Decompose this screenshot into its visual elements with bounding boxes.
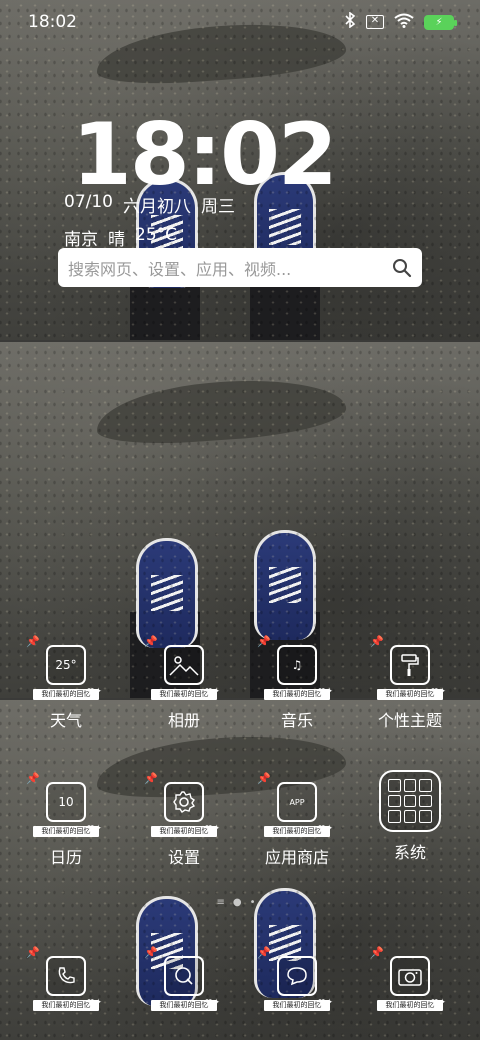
app-music[interactable]: 📌 ♫ 我们最初的回忆 ❤✦ 音乐: [247, 635, 347, 731]
pin-icon: 📌: [257, 772, 271, 785]
app-themes[interactable]: 📌 我们最初的回忆 ❤✦ 个性主题: [360, 635, 460, 731]
hearts-icon: ❤✦: [430, 998, 446, 1008]
app-weather[interactable]: 📌 25° 我们最初的回忆 ❤✦ 天气: [16, 635, 116, 731]
weekday: 周三: [201, 197, 235, 217]
status-bar: 18:02 ✕ ⚡: [0, 0, 480, 44]
pin-icon: 📌: [144, 772, 158, 785]
hearts-icon: ❤✦: [204, 687, 220, 697]
dock-camera[interactable]: 📌 我们最初的回忆 ❤✦: [360, 946, 460, 1011]
hearts-icon: ❤✦: [86, 824, 102, 834]
app-settings[interactable]: 📌 我们最初的回忆 ❤✦ 设置: [134, 772, 234, 868]
browser-icon: [164, 956, 204, 996]
calendar-icon: 10: [46, 782, 86, 822]
hearts-icon: ❤✦: [317, 824, 333, 834]
camera-icon: [390, 956, 430, 996]
paint-roller-icon: [390, 645, 430, 685]
messages-icon: [277, 956, 317, 996]
hearts-icon: ❤✦: [204, 998, 220, 1008]
bluetooth-icon: [344, 11, 356, 32]
weather-condition: 晴: [108, 230, 125, 250]
hearts-icon: ❤✦: [86, 998, 102, 1008]
gear-icon: [164, 782, 204, 822]
folder-system[interactable]: 系统: [360, 770, 460, 863]
lunar-date: 六月初八: [123, 197, 191, 217]
pin-icon: 📌: [26, 772, 40, 785]
hearts-icon: ❤✦: [86, 687, 102, 697]
dock-phone[interactable]: 📌 我们最初的回忆 ❤✦: [16, 946, 116, 1011]
hearts-icon: ❤✦: [204, 824, 220, 834]
status-time: 18:02: [28, 12, 77, 32]
pin-icon: 📌: [257, 946, 271, 959]
search-icon[interactable]: [392, 258, 412, 278]
pin-icon: 📌: [144, 635, 158, 648]
app-label: 个性主题: [377, 711, 442, 730]
page-indicator: ≡●•: [216, 897, 264, 908]
app-label: 系统: [393, 843, 426, 862]
date-line: 07/10 六月初八 周三: [64, 192, 235, 217]
app-label: 天气: [49, 711, 82, 730]
sim-blocked-icon: ✕: [366, 15, 384, 29]
city: 南京: [64, 230, 98, 250]
music-note-icon: ♫: [277, 645, 317, 685]
weather-icon: 25°: [46, 645, 86, 685]
weather-line[interactable]: 南京 晴 25°C: [64, 225, 177, 250]
app-label: 日历: [49, 848, 82, 867]
battery-charging-icon: ⚡: [424, 14, 457, 30]
app-store-icon: APP: [277, 782, 317, 822]
pin-icon: 📌: [26, 946, 40, 959]
wifi-icon: [394, 13, 414, 32]
folder-icon: [379, 770, 441, 832]
app-gallery[interactable]: 📌 我们最初的回忆 ❤✦ 相册: [134, 635, 234, 731]
pin-icon: 📌: [26, 635, 40, 648]
pin-icon: 📌: [370, 946, 384, 959]
app-store[interactable]: 📌 APP 我们最初的回忆 ❤✦ 应用商店: [247, 772, 347, 868]
gallery-icon: [164, 645, 204, 685]
app-label: 设置: [167, 848, 200, 867]
phone-icon: [46, 956, 86, 996]
app-label: 音乐: [280, 711, 313, 730]
pin-icon: 📌: [257, 635, 271, 648]
temperature: 25°C: [135, 225, 178, 245]
pin-icon: 📌: [144, 946, 158, 959]
search-bar[interactable]: 搜索网页、设置、应用、视频...: [58, 248, 422, 287]
app-label: 应用商店: [264, 848, 329, 867]
app-label: 相册: [167, 711, 200, 730]
hearts-icon: ❤✦: [430, 687, 446, 697]
search-placeholder: 搜索网页、设置、应用、视频...: [68, 259, 292, 279]
pin-icon: 📌: [370, 635, 384, 648]
hearts-icon: ❤✦: [317, 687, 333, 697]
clock-widget-time[interactable]: 18:02: [72, 112, 338, 198]
date: 07/10: [64, 192, 113, 212]
dock-messages[interactable]: 📌 我们最初的回忆 ❤✦: [247, 946, 347, 1011]
hearts-icon: ❤✦: [317, 998, 333, 1008]
dock-browser[interactable]: 📌 我们最初的回忆 ❤✦: [134, 946, 234, 1011]
app-calendar[interactable]: 📌 10 我们最初的回忆 ❤✦ 日历: [16, 772, 116, 868]
